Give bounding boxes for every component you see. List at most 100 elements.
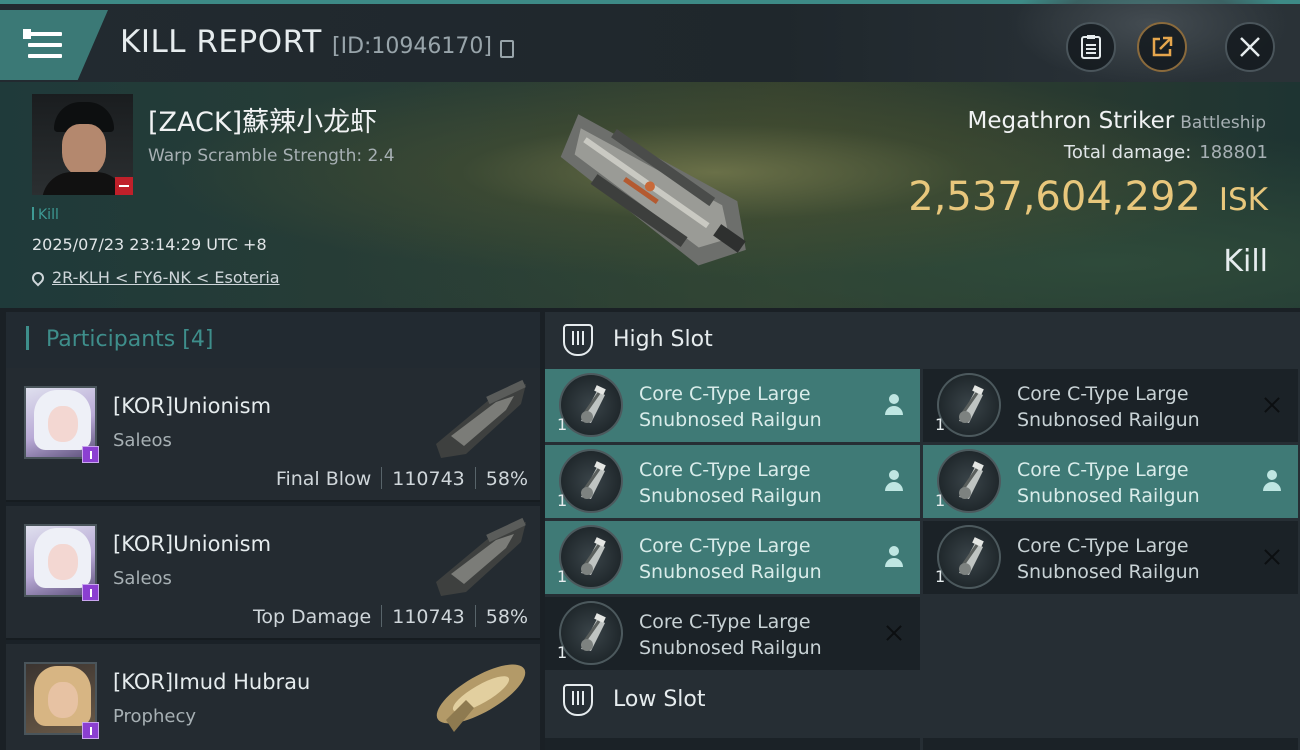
menu-button[interactable] [0,10,108,80]
module-name-line1: Core C-Type Large [1017,459,1189,481]
participant-row[interactable]: [KOR]Imud Hubrau Prophecy [6,644,540,750]
railgun-icon [581,613,606,651]
high-slot-item[interactable]: 1 Core C-Type Large Snubnosed Railgun [923,521,1298,594]
module-name-line1: Core C-Type Large [639,383,811,405]
kill-location[interactable]: 2R-KLH < FY6-NK < Esoteria [29,268,280,287]
info-badge-icon [82,446,99,463]
module-quantity: 1 [935,567,946,586]
participant-name: [KOR]Imud Hubrau [113,670,311,694]
share-button[interactable] [1137,22,1187,72]
info-badge-icon [82,584,99,601]
participants-panel: Participants [4] [KOR]Unionism Saleos Fi… [6,312,540,750]
participant-stats: Top Damage 110743 58% [253,605,528,628]
module-name: Core C-Type Large Snubnosed Railgun [639,609,859,661]
participants-label: Participants [46,327,176,352]
high-slot-item[interactable]: 1 Core C-Type Large Snubnosed Railgun [545,597,920,670]
module-name-line2: Snubnosed Railgun [1017,561,1200,583]
low-slot-icon [563,684,593,716]
module-name-line2: Snubnosed Railgun [639,485,822,507]
location-link[interactable]: 2R-KLH < FY6-NK < Esoteria [52,268,280,287]
location-pin-icon [29,269,47,287]
participant-percent: 58% [485,468,528,490]
participant-role: Final Blow [275,468,372,490]
railgun-icon [959,537,984,575]
module-name: Core C-Type Large Snubnosed Railgun [639,457,859,509]
module-quantity: 1 [557,643,568,662]
kill-tag: Kill [32,207,59,223]
person-icon [882,545,906,569]
copy-id-icon[interactable] [500,40,514,58]
info-badge-icon [82,722,99,739]
kill-result: Kill [1223,244,1268,279]
total-damage-label: Total damage: [1063,142,1192,163]
victim-ship-image [560,114,746,266]
participants-title: Participants [4] [26,326,213,352]
victim-name[interactable]: [ZACK]蘇辣小龙虾 [148,100,377,139]
low-slot-header: Low Slot [545,672,1300,730]
person-icon [1260,469,1284,493]
railgun-icon [581,537,606,575]
module-name: Core C-Type Large Snubnosed Railgun [1017,533,1237,585]
module-quantity: 1 [557,491,568,510]
participant-role: Top Damage [252,606,372,628]
clipboard-icon [1081,35,1101,59]
standing-negative-icon [115,177,133,195]
module-name-line1: Core C-Type Large [1017,383,1189,405]
person-icon [882,393,906,417]
participant-row[interactable]: [KOR]Unionism Saleos Final Blow 110743 58% [6,368,540,502]
module-name-line2: Snubnosed Railgun [639,561,822,583]
high-slot-item[interactable]: 1 Core C-Type Large Snubnosed Railgun [545,369,920,442]
high-slot-item[interactable]: 1 Core C-Type Large Snubnosed Railgun [545,521,920,594]
total-damage: Total damage: 188801 [1064,142,1268,163]
railgun-icon [959,385,984,423]
participant-ship: Saleos [113,568,172,589]
module-name: Core C-Type Large Snubnosed Railgun [639,381,859,433]
module-name-line1: Core C-Type Large [639,611,811,633]
module-quantity: 1 [557,415,568,434]
participant-stats: Final Blow 110743 58% [276,467,528,490]
low-slot-item[interactable] [545,738,920,750]
participant-damage: 110743 [392,606,465,628]
participant-damage: 110743 [392,468,465,490]
share-icon [1152,36,1173,57]
page-title: KILL REPORT [120,24,322,60]
high-slot-icon [563,324,593,356]
participant-row[interactable]: [KOR]Unionism Saleos Top Damage 110743 58% [6,506,540,640]
isk-amount: 2,537,604,292 [908,174,1201,220]
total-damage-value: 188801 [1199,142,1268,163]
participant-ship-image [436,517,526,596]
close-icon [1240,37,1260,57]
participant-percent: 58% [485,606,528,628]
module-name-line2: Snubnosed Railgun [1017,409,1200,431]
person-icon [882,469,906,493]
module-name-line1: Core C-Type Large [1017,535,1189,557]
module-quantity: 1 [935,415,946,434]
participants-count: [4] [182,327,214,352]
participant-ship-image [436,379,526,458]
low-slot-label: Low Slot [613,687,706,712]
warp-scramble-strength: Warp Scramble Strength: 2.4 [148,146,395,166]
x-icon [1260,393,1284,417]
high-slot-item[interactable]: 1 Core C-Type Large Snubnosed Railgun [923,369,1298,442]
low-slot-item[interactable] [923,738,1298,750]
victim-banner: [ZACK]蘇辣小龙虾 Warp Scramble Strength: 2.4 … [0,82,1300,308]
report-id: [ID:10946170] [332,34,492,59]
victim-ship[interactable]: Megathron Striker Battleship [967,108,1266,134]
close-button[interactable] [1225,22,1275,72]
module-name: Core C-Type Large Snubnosed Railgun [1017,457,1237,509]
ship-class: Battleship [1180,113,1266,133]
top-bar: KILL REPORT [ID:10946170] [0,0,1300,84]
module-quantity: 1 [935,491,946,510]
clipboard-button[interactable] [1066,22,1116,72]
module-name-line2: Snubnosed Railgun [639,409,822,431]
participant-ship: Prophecy [113,706,197,727]
participant-name: [KOR]Unionism [113,394,272,418]
module-quantity: 1 [557,567,568,586]
high-slot-item[interactable]: 1 Core C-Type Large Snubnosed Railgun [923,445,1298,518]
module-name-line2: Snubnosed Railgun [639,637,822,659]
participant-ship-image [436,664,526,732]
module-name-line1: Core C-Type Large [639,535,811,557]
high-slot-item[interactable]: 1 Core C-Type Large Snubnosed Railgun [545,445,920,518]
high-slot-header: High Slot [545,312,1300,370]
module-name-line2: Snubnosed Railgun [1017,485,1200,507]
